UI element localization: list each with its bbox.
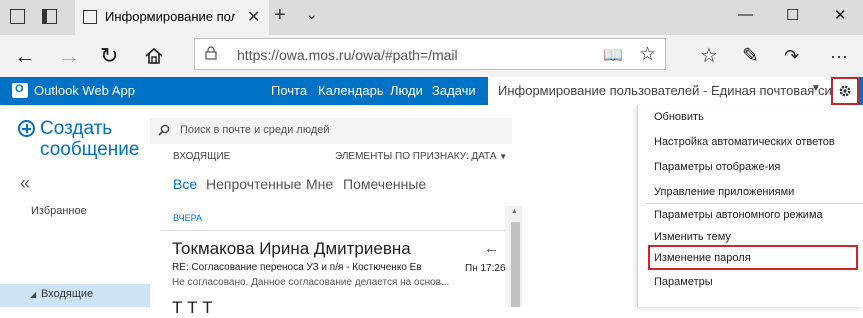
maximize-button[interactable]: ☐ xyxy=(786,6,799,24)
sort-caret-icon: ▼ xyxy=(499,152,508,161)
gear-icon xyxy=(839,85,851,97)
new-tab-button[interactable]: + xyxy=(274,4,286,27)
refresh-icon[interactable]: ↻ xyxy=(100,41,118,71)
logo-letter: O xyxy=(15,83,24,95)
menu-divider xyxy=(646,203,863,204)
tab-title: Информирование пол xyxy=(105,9,235,24)
caret-down-icon: ▼ xyxy=(811,83,821,94)
message-list-scrollbar[interactable]: ▲ xyxy=(509,206,522,307)
search-input[interactable]: Поиск в почте и среди людей xyxy=(150,118,512,144)
reading-view-icon[interactable]: 📖 xyxy=(603,45,623,65)
more-icon[interactable]: ··· xyxy=(830,41,848,71)
user-name: Информирование пользователей - Единая по… xyxy=(498,83,850,98)
search-placeholder: Поиск в почте и среди людей xyxy=(180,124,330,136)
scroll-up-icon[interactable]: ▲ xyxy=(511,208,518,215)
browser-tab[interactable]: Информирование пол ✕ xyxy=(75,0,269,35)
home-icon[interactable] xyxy=(144,41,164,74)
menu-item-change-password[interactable]: Изменение пароля xyxy=(654,252,751,264)
lock-icon xyxy=(205,46,217,60)
message-time: Пн 17:26 xyxy=(465,263,506,274)
favorite-star-icon[interactable]: ☆ xyxy=(639,43,656,66)
date-group-header: ВЧЕРА xyxy=(173,213,203,223)
menu-item-manage-apps[interactable]: Управление приложениями xyxy=(654,186,794,198)
forward-arrow-icon[interactable]: → xyxy=(58,41,80,71)
folder-inbox-label: Входящие xyxy=(41,288,94,300)
favorites-heading[interactable]: Избранное xyxy=(31,205,87,217)
nav-tasks[interactable]: Задачи xyxy=(432,83,476,98)
message-subject[interactable]: RE: Согласование переноса УЗ и п/я - Кос… xyxy=(172,262,462,273)
favorites-hub-icon[interactable]: ☆ xyxy=(700,41,718,71)
nav-mail[interactable]: Почта xyxy=(271,83,307,98)
sort-label: ЭЛЕМЕНТЫ ПО ПРИЗНАКУ: ДАТА xyxy=(335,151,497,162)
nav-calendar[interactable]: Календарь xyxy=(318,83,384,98)
url-host: https://owa.mos.ru xyxy=(237,47,352,63)
plus-circle-icon xyxy=(18,120,35,137)
tab-back-icon[interactable] xyxy=(42,9,57,24)
next-message-sender[interactable]: Т Т Т xyxy=(172,298,213,318)
user-account-button[interactable]: Информирование пользователей - Единая по… xyxy=(488,77,849,105)
filter-to-me[interactable]: Мне xyxy=(306,176,333,192)
expand-triangle-icon[interactable]: ◢ xyxy=(30,290,36,299)
owa-header: O Outlook Web App Почта Календарь Люди З… xyxy=(0,77,863,105)
page-favicon-icon xyxy=(83,10,97,24)
back-arrow-icon[interactable]: ← xyxy=(14,41,36,71)
replied-arrow-icon: ← xyxy=(484,240,499,257)
collapse-pane-button[interactable]: « xyxy=(20,173,30,194)
filter-unread[interactable]: Непрочтенные xyxy=(206,176,301,192)
new-message-label-1[interactable]: Создать xyxy=(40,118,112,140)
app-title: Outlook Web App xyxy=(34,83,135,98)
filter-all[interactable]: Все xyxy=(173,176,197,192)
settings-menu: Обновить Настройка автоматических ответо… xyxy=(637,105,863,307)
menu-item-refresh[interactable]: Обновить xyxy=(654,111,704,123)
message-sender[interactable]: Токмакова Ирина Дмитриевна xyxy=(172,239,411,259)
browser-tab-bar: Информирование пол ✕ + ⌄ — ☐ ✕ xyxy=(0,0,863,35)
address-bar[interactable]: https://owa.mos.ru/owa/#path=/mail 📖 ☆ xyxy=(194,38,666,70)
menu-item-offline-settings[interactable]: Параметры автономного режима xyxy=(654,209,823,221)
folder-title: ВХОДЯЩИЕ xyxy=(173,151,231,162)
tab-list-chevron-icon[interactable]: ⌄ xyxy=(306,6,318,23)
scrollbar-thumb[interactable] xyxy=(511,222,520,307)
sort-dropdown[interactable]: ЭЛЕМЕНТЫ ПО ПРИЗНАКУ: ДАТА ▼ xyxy=(335,151,507,162)
menu-item-options[interactable]: Параметры xyxy=(654,276,713,288)
tab-aside-icon[interactable] xyxy=(10,9,25,24)
url-path: /owa/#path=/mail xyxy=(351,47,458,63)
outlook-logo-icon: O xyxy=(12,83,28,98)
new-message-label-2[interactable]: сообщение xyxy=(40,139,139,161)
divider xyxy=(160,230,505,231)
menu-item-display-settings[interactable]: Параметры отображе-ия xyxy=(654,161,780,173)
pen-icon[interactable]: ✎ xyxy=(742,41,759,71)
nav-people[interactable]: Люди xyxy=(390,83,423,98)
message-preview[interactable]: Не согласовано. Данное согласование дела… xyxy=(172,277,492,288)
tab-close-icon[interactable]: ✕ xyxy=(247,7,260,27)
menu-item-auto-replies[interactable]: Настройка автоматических ответов xyxy=(654,136,835,148)
settings-gear-button[interactable] xyxy=(831,77,859,105)
minimize-button[interactable]: — xyxy=(738,6,753,23)
url-text: https://owa.mos.ru/owa/#path=/mail xyxy=(237,47,458,63)
menu-item-change-theme[interactable]: Изменить тему xyxy=(654,231,731,243)
search-icon xyxy=(158,124,170,136)
folder-inbox[interactable]: ◢ Входящие xyxy=(0,284,150,307)
close-window-button[interactable]: ✕ xyxy=(834,6,847,24)
share-icon[interactable]: ↷ xyxy=(784,41,799,71)
filter-flagged[interactable]: Помеченные xyxy=(343,176,426,192)
